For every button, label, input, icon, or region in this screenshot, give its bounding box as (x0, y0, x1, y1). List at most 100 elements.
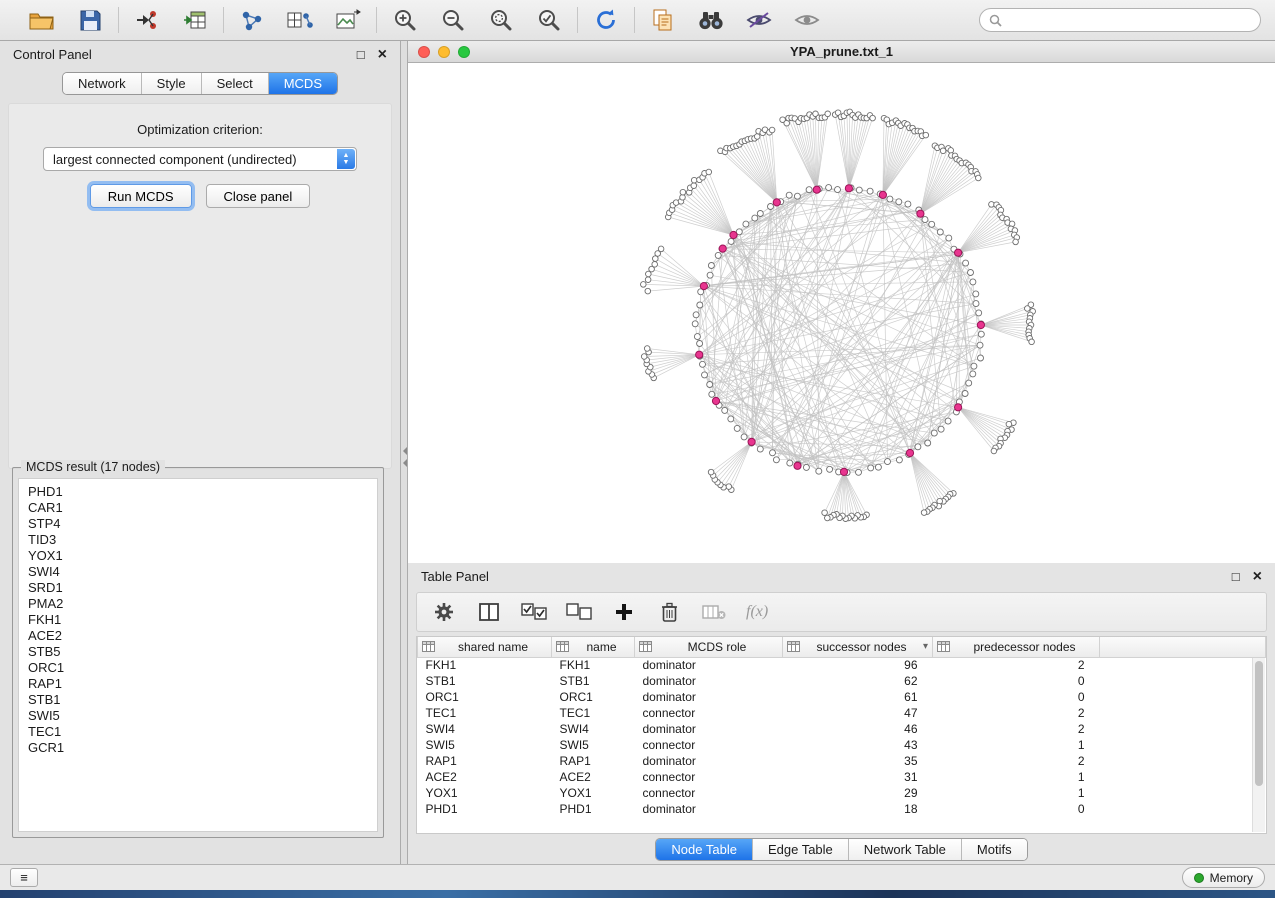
column-header-MCDS-role[interactable]: MCDS role (635, 637, 783, 657)
search-icon (989, 14, 1002, 27)
mcds-result-item[interactable]: PHD1 (28, 484, 368, 500)
tab-mcds[interactable]: MCDS (268, 73, 337, 94)
search-input[interactable] (1008, 13, 1251, 27)
tab-motifs[interactable]: Motifs (961, 839, 1027, 860)
image-export-icon (335, 9, 361, 31)
network-table-icon (287, 9, 313, 31)
delete-table-button[interactable] (701, 599, 727, 625)
table-settings-button[interactable] (431, 599, 457, 625)
network-from-table-button[interactable] (284, 4, 316, 36)
table-row[interactable]: SWI5SWI5connector431 (418, 737, 1266, 753)
table-body: FKH1FKH1dominator962STB1STB1dominator620… (418, 657, 1266, 817)
table-row[interactable]: SWI4SWI4dominator462 (418, 721, 1266, 737)
show-columns-button[interactable] (476, 599, 502, 625)
table-row[interactable]: RAP1RAP1dominator352 (418, 753, 1266, 769)
function-builder-button[interactable]: f(x) (746, 599, 768, 625)
mcds-result-item[interactable]: RAP1 (28, 676, 368, 692)
mcds-result-item[interactable]: SRD1 (28, 580, 368, 596)
mcds-result-item[interactable]: ACE2 (28, 628, 368, 644)
mcds-result-item[interactable]: YOX1 (28, 548, 368, 564)
mcds-result-item[interactable]: PMA2 (28, 596, 368, 612)
network-view[interactable] (408, 63, 1275, 563)
zoom-in-button[interactable] (389, 4, 421, 36)
unselect-all-button[interactable] (566, 599, 592, 625)
import-network-button[interactable] (131, 4, 163, 36)
close-panel-icon[interactable]: × (378, 47, 387, 63)
clone-network-button[interactable] (647, 4, 679, 36)
tab-node-table[interactable]: Node Table (656, 839, 752, 860)
open-session-button[interactable] (26, 4, 58, 36)
table-row[interactable]: PHD1PHD1dominator180 (418, 801, 1266, 817)
mcds-result-item[interactable]: FKH1 (28, 612, 368, 628)
new-network-button[interactable] (236, 4, 268, 36)
zoom-in-icon (393, 8, 417, 32)
refresh-button[interactable] (590, 4, 622, 36)
zoom-selected-button[interactable] (533, 4, 565, 36)
memory-label: Memory (1210, 871, 1253, 885)
panel-splitter[interactable] (401, 41, 408, 864)
memory-button[interactable]: Memory (1182, 867, 1265, 888)
select-all-button[interactable] (521, 599, 547, 625)
search-network-button[interactable] (695, 4, 727, 36)
mcds-result-item[interactable]: GCR1 (28, 740, 368, 756)
column-header-shared-name[interactable]: shared name (418, 637, 552, 657)
table-toolbar: f(x) (416, 592, 1267, 632)
float-table-panel-icon[interactable]: □ (1232, 570, 1240, 583)
column-header-predecessor-nodes[interactable]: predecessor nodes (933, 637, 1100, 657)
tab-network-table[interactable]: Network Table (848, 839, 961, 860)
table-panel-title: Table Panel (421, 569, 489, 584)
column-header-name[interactable]: name (552, 637, 635, 657)
column-header-successor-nodes[interactable]: successor nodes▾ (783, 637, 933, 657)
optimization-criterion-dropdown[interactable]: largest connected component (undirected)… (43, 147, 357, 171)
table-column-icon (787, 641, 800, 652)
show-details-button[interactable] (791, 4, 823, 36)
unselect-all-icon (566, 603, 592, 621)
mcds-result-item[interactable]: SWI5 (28, 708, 368, 724)
close-table-panel-icon[interactable]: × (1253, 569, 1262, 585)
table-row[interactable]: TEC1TEC1connector472 (418, 705, 1266, 721)
tab-edge-table[interactable]: Edge Table (752, 839, 848, 860)
maximize-window-icon[interactable] (458, 46, 470, 58)
delete-column-button[interactable] (656, 599, 682, 625)
zoom-out-button[interactable] (437, 4, 469, 36)
mcds-result-item[interactable]: ORC1 (28, 660, 368, 676)
mcds-result-item[interactable]: SWI4 (28, 564, 368, 580)
hide-details-button[interactable] (743, 4, 775, 36)
minimize-window-icon[interactable] (438, 46, 450, 58)
table-row[interactable]: ORC1ORC1dominator610 (418, 689, 1266, 705)
tab-select[interactable]: Select (201, 73, 268, 94)
close-panel-button[interactable]: Close panel (206, 184, 311, 208)
export-image-button[interactable] (332, 4, 364, 36)
table-row[interactable]: STB1STB1dominator620 (418, 673, 1266, 689)
table-scrollbar[interactable] (1252, 658, 1265, 832)
mcds-result-item[interactable]: TID3 (28, 532, 368, 548)
tab-network[interactable]: Network (63, 73, 141, 94)
mcds-result-item[interactable]: STP4 (28, 516, 368, 532)
scrollbar-thumb[interactable] (1255, 661, 1263, 786)
table-column-icon (556, 641, 569, 652)
mcds-result-item[interactable]: TEC1 (28, 724, 368, 740)
mcds-result-list[interactable]: PHD1CAR1STP4TID3YOX1SWI4SRD1PMA2FKH1ACE2… (18, 478, 378, 832)
table-row[interactable]: FKH1FKH1dominator962 (418, 657, 1266, 673)
status-bar: ≡ Memory (0, 864, 1275, 890)
tab-style[interactable]: Style (141, 73, 201, 94)
run-mcds-button[interactable]: Run MCDS (90, 184, 192, 208)
mcds-result-item[interactable]: STB5 (28, 644, 368, 660)
panel-menu-button[interactable]: ≡ (10, 868, 38, 887)
zoom-selected-icon (537, 8, 561, 32)
search-box[interactable] (979, 8, 1261, 32)
save-session-button[interactable] (74, 4, 106, 36)
import-table-button[interactable] (179, 4, 211, 36)
columns-icon (479, 603, 499, 621)
close-window-icon[interactable] (418, 46, 430, 58)
control-panel: Control Panel □ × NetworkStyleSelectMCDS… (0, 41, 401, 864)
table-row[interactable]: ACE2ACE2connector311 (418, 769, 1266, 785)
add-column-button[interactable] (611, 599, 637, 625)
zoom-fit-button[interactable] (485, 4, 517, 36)
table-row[interactable]: YOX1YOX1connector291 (418, 785, 1266, 801)
mcds-result-item[interactable]: CAR1 (28, 500, 368, 516)
float-panel-icon[interactable]: □ (357, 48, 365, 61)
mcds-result-item[interactable]: STB1 (28, 692, 368, 708)
network-graph[interactable] (408, 63, 1275, 563)
folder-open-icon (29, 10, 55, 31)
